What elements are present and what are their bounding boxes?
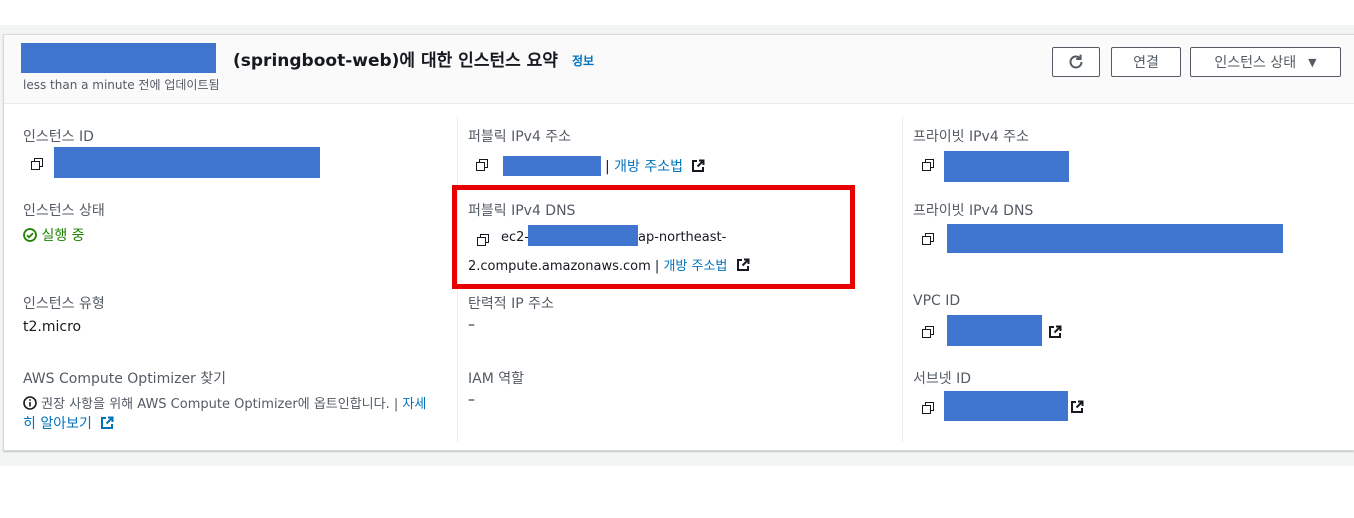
copy-icon[interactable] [922,233,934,245]
public-ipv4-open-address: | 개방 주소법 [605,156,705,176]
instance-type-value: t2.micro [23,319,82,335]
public-ipv4-label: 퍼블릭 IPv4 주소 [468,129,572,145]
private-dns-label: 프라이빗 IPv4 DNS [913,203,1034,219]
learn-more-link-text[interactable]: 히 알아보기 [23,416,92,432]
vpc-id-label: VPC ID [913,293,961,309]
instance-state-dropdown[interactable]: 인스턴스 상태 ▼ [1190,47,1341,77]
column-divider [902,117,903,442]
open-address-link[interactable]: 개방 주소법 [614,159,683,175]
refresh-icon [1069,54,1083,69]
compute-optimizer-text: 권장 사항을 위해 AWS Compute Optimizer에 옵트인합니다.… [23,393,426,412]
instance-id-label: 인스턴스 ID [23,129,94,145]
copy-icon[interactable] [31,158,43,170]
panel-header: (springboot-web)에 대한 인스턴스 요약 정보 less tha… [4,35,1354,104]
info-icon [23,396,37,410]
refresh-button[interactable] [1052,47,1100,77]
learn-more-link-line2[interactable]: 히 알아보기 [23,413,114,433]
caret-down-icon: ▼ [1308,55,1317,69]
last-updated-text: less than a minute 전에 업데이트됨 [23,78,220,92]
separator: | [605,159,610,175]
elastic-ip-value: – [468,317,475,333]
redacted-private-ipv4 [944,151,1069,182]
iam-role-value: – [468,392,475,408]
connect-button-label: 연결 [1133,55,1159,71]
page-title: (springboot-web)에 대한 인스턴스 요약 [233,50,558,71]
external-link-icon[interactable] [1048,325,1062,339]
external-link-icon[interactable] [1070,400,1084,414]
copy-icon[interactable] [922,326,934,338]
connect-button[interactable]: 연결 [1111,47,1181,77]
redacted-public-ipv4 [503,156,601,176]
copy-icon[interactable] [922,159,934,171]
instance-state-dropdown-label: 인스턴스 상태 [1214,55,1297,71]
instance-state-label: 인스턴스 상태 [23,203,105,219]
external-link-icon [101,416,114,429]
external-link-icon[interactable] [691,159,705,173]
iam-role-label: IAM 역할 [468,371,524,387]
compute-optimizer-label: AWS Compute Optimizer 찾기 [23,371,227,387]
subnet-id-label: 서브넷 ID [913,371,971,387]
redacted-private-dns [947,224,1283,253]
redacted-vpc-id [947,315,1042,346]
instance-state-value: 실행 중 [23,225,85,245]
instance-state-text: 실행 중 [41,228,85,244]
redacted-subnet-id [944,391,1068,421]
private-ipv4-label: 프라이빗 IPv4 주소 [913,129,1029,145]
instance-type-label: 인스턴스 유형 [23,296,105,312]
status-ok-icon [23,228,37,242]
copy-icon[interactable] [922,402,934,414]
redacted-instance-id-value [54,147,320,178]
compute-optimizer-description: 권장 사항을 위해 AWS Compute Optimizer에 옵트인합니다.… [41,397,399,412]
copy-icon[interactable] [476,159,488,171]
elastic-ip-label: 탄력적 IP 주소 [468,296,554,312]
highlight-box [452,185,855,289]
info-link[interactable]: 정보 [572,52,594,69]
learn-more-link[interactable]: 자세 [402,397,426,412]
